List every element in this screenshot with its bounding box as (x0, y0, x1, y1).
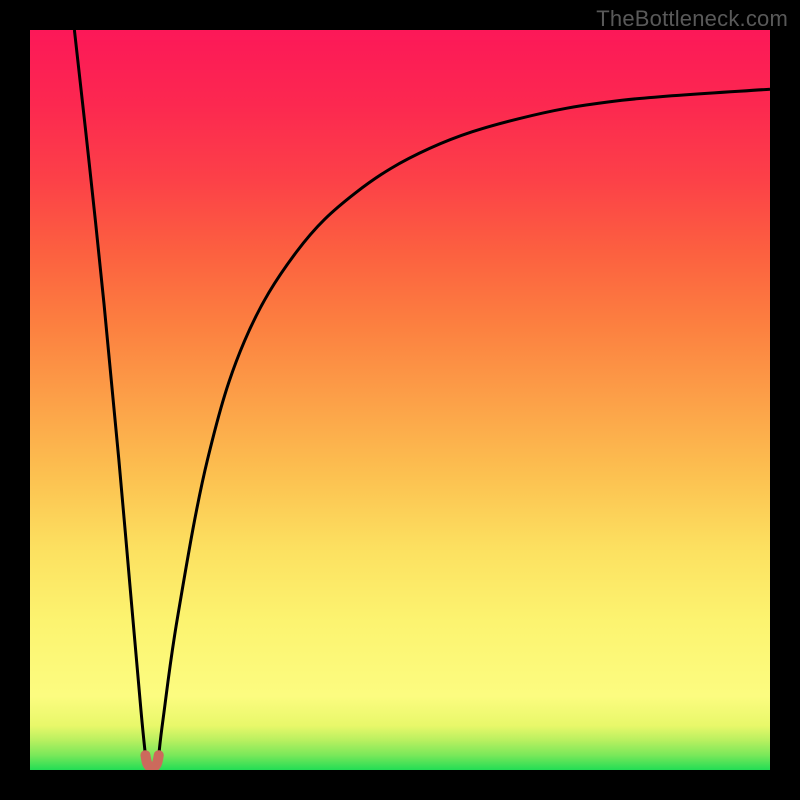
curve-right-branch (159, 89, 770, 755)
curve-left-branch (74, 30, 145, 755)
curve-knot (145, 755, 158, 767)
watermark-label: TheBottleneck.com (596, 6, 788, 32)
chart-frame: TheBottleneck.com (0, 0, 800, 800)
plot-area (30, 30, 770, 770)
chart-svg (30, 30, 770, 770)
